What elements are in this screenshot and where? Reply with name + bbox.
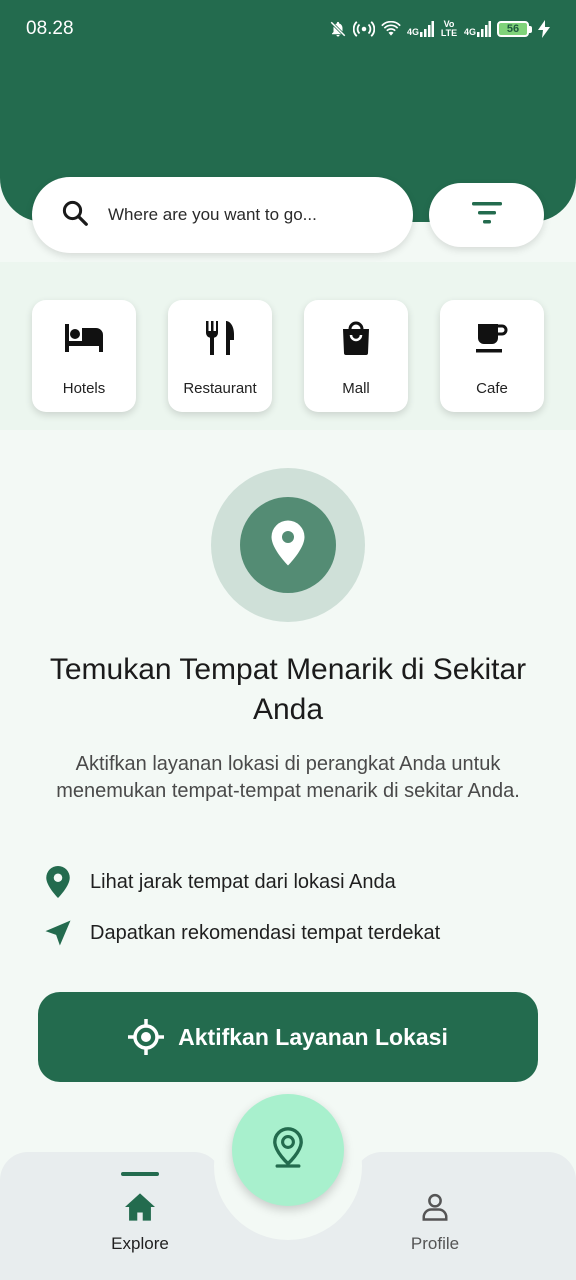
volte-label: Vo LTE [440, 19, 458, 38]
signal-4g-icon-2: 4G [464, 21, 491, 37]
coffee-cup-icon [476, 320, 508, 356]
status-time: 08.28 [26, 18, 74, 39]
feature-text: Dapatkan rekomendasi tempat terdekat [90, 921, 441, 944]
hotspot-icon [352, 20, 375, 38]
map-pin-icon [270, 1126, 306, 1175]
navigation-arrow-icon [42, 918, 74, 948]
location-illustration-inner [240, 497, 336, 593]
battery-level: 56 [497, 21, 529, 37]
category-mall[interactable]: Mall [304, 300, 408, 412]
filter-icon [471, 201, 502, 229]
search-input[interactable] [108, 205, 368, 225]
fork-knife-icon [204, 320, 236, 356]
category-label: Cafe [476, 380, 508, 397]
signal-4g-icon: 4G [407, 21, 434, 37]
map-fab-button[interactable] [232, 1094, 344, 1206]
nav-explore[interactable]: Explore [60, 1152, 220, 1280]
nav-label: Profile [410, 1234, 460, 1253]
enable-location-button[interactable]: Aktifkan Layanan Lokasi [38, 992, 538, 1082]
active-indicator [121, 1172, 159, 1176]
map-pin-icon [270, 520, 306, 571]
charging-bolt-icon [538, 20, 550, 38]
location-illustration [211, 468, 365, 622]
category-label: Hotels [62, 380, 106, 397]
enable-location-label: Aktifkan Layanan Lokasi [178, 1023, 448, 1050]
location-title: Temukan Tempat Menarik di Sekitar Anda [49, 653, 527, 726]
search-icon [60, 198, 90, 233]
nav-label: Explore [111, 1234, 169, 1253]
mute-bell-icon [329, 20, 347, 38]
category-hotels[interactable]: Hotels [32, 300, 136, 412]
feature-text: Lihat jarak tempat dari lokasi Anda [90, 870, 396, 893]
map-pin-icon [42, 866, 74, 898]
bed-icon [65, 320, 103, 356]
location-description: Aktifkan layanan lokasi di perangkat And… [56, 753, 520, 802]
feature-item-distance: Lihat jarak tempat dari lokasi Anda [42, 866, 396, 898]
feature-item-recommendation: Dapatkan rekomendasi tempat terdekat [42, 918, 440, 948]
shopping-bag-icon [341, 320, 371, 356]
category-label: Restaurant [183, 380, 257, 397]
gps-target-icon [128, 1019, 165, 1055]
person-icon [420, 1190, 450, 1224]
status-bar: 08.28 4G Vo LTE 4G 56 [0, 0, 576, 58]
network-label: 4G [406, 27, 419, 37]
category-label: Mall [342, 380, 370, 397]
filter-button[interactable] [429, 183, 544, 247]
home-icon [123, 1190, 157, 1224]
category-cafe[interactable]: Cafe [440, 300, 544, 412]
status-icons: 4G Vo LTE 4G 56 [329, 20, 550, 38]
category-restaurant[interactable]: Restaurant [168, 300, 272, 412]
network-label-2: 4G [463, 27, 476, 37]
wifi-icon [381, 21, 401, 37]
nav-profile[interactable]: Profile [355, 1152, 515, 1280]
battery-icon: 56 [497, 21, 532, 37]
search-bar[interactable] [32, 177, 413, 253]
